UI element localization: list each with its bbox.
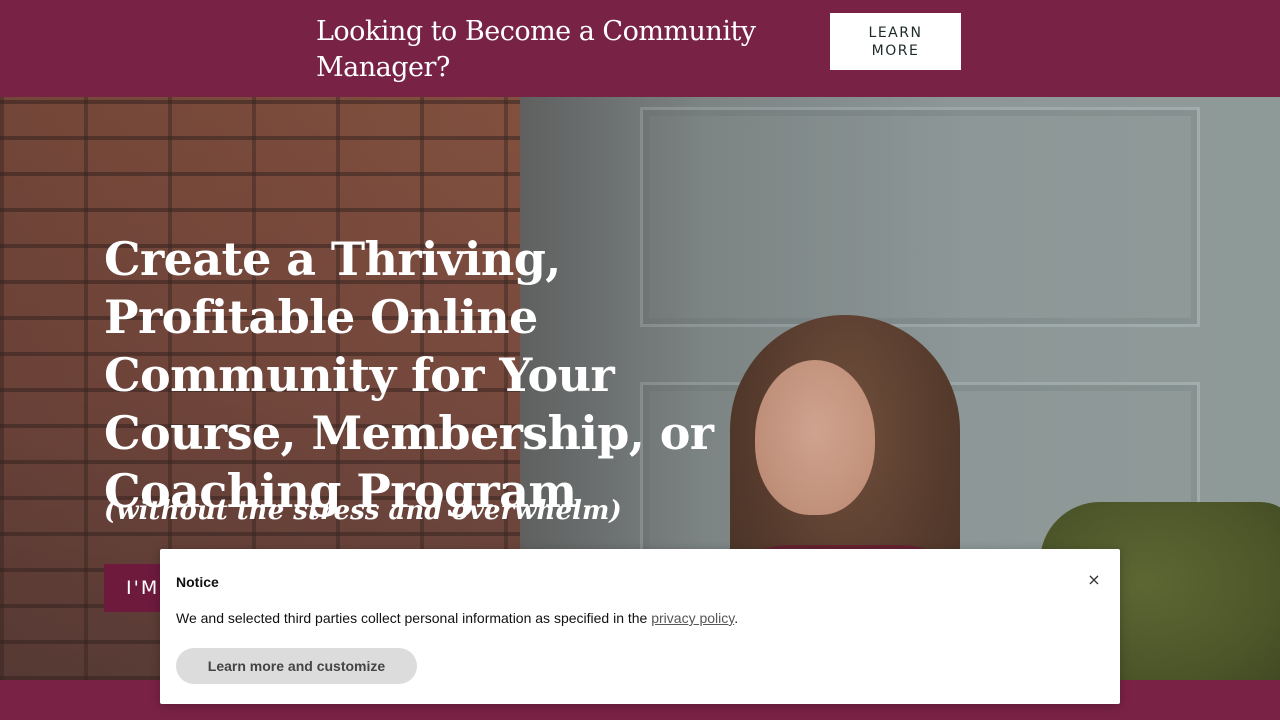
notice-text-before: We and selected third parties collect pe… bbox=[176, 610, 652, 626]
privacy-policy-link[interactable]: privacy policy bbox=[651, 610, 734, 626]
notice-text-after: . bbox=[734, 610, 739, 626]
hero-title: Create a Thriving, Profitable Online Com… bbox=[104, 232, 714, 518]
learn-more-customize-button[interactable]: Learn more and customize bbox=[176, 648, 417, 684]
close-icon[interactable]: × bbox=[1084, 570, 1104, 590]
notice-text: We and selected third parties collect pe… bbox=[176, 610, 1096, 626]
hero-subtitle: (without the stress and overwhelm) bbox=[104, 496, 622, 526]
learn-more-button[interactable]: LEARN MORE bbox=[830, 13, 961, 70]
notice-title: Notice bbox=[176, 574, 219, 590]
cookie-notice: Notice × We and selected third parties c… bbox=[160, 549, 1120, 704]
announcement-text: Looking to Become a Community Manager? bbox=[316, 16, 756, 83]
announcement-bar: Looking to Become a Community Manager? L… bbox=[0, 0, 1280, 97]
